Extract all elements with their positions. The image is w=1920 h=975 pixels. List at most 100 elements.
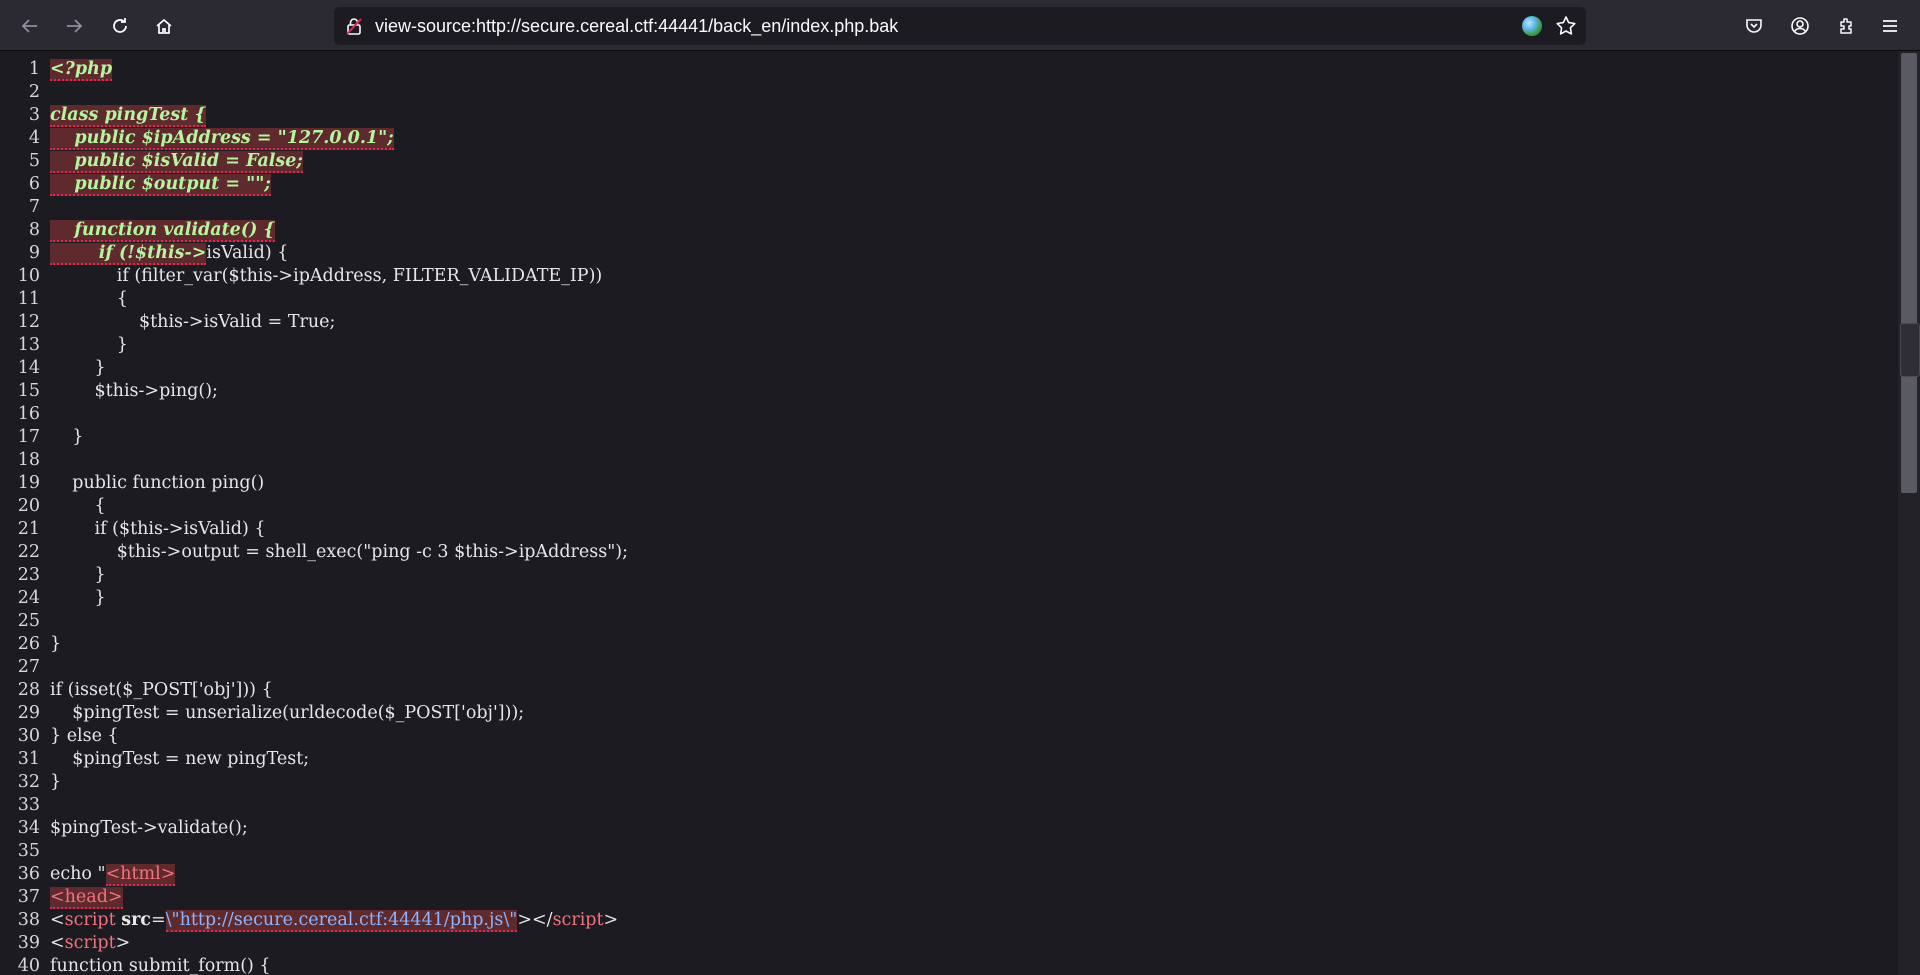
line-number: 2 — [28, 82, 40, 102]
code-segment: public function ping() — [50, 473, 265, 493]
account-button[interactable] — [1784, 10, 1816, 42]
source-line: 2 — [0, 81, 628, 104]
line-number: 40 — [17, 956, 40, 975]
source-line: 15 $this->ping(); — [0, 380, 628, 403]
line-number: 11 — [17, 289, 40, 309]
app-menu-button[interactable] — [1874, 10, 1906, 42]
code-segment: $this->output = shell_exec("ping -c 3 $t… — [50, 542, 628, 562]
line-number: 17 — [17, 427, 40, 447]
back-button[interactable] — [14, 10, 46, 42]
source-line: 25 — [0, 610, 628, 633]
line-number: 25 — [17, 611, 40, 631]
url-text[interactable]: view-source:http://secure.cereal.ctf:444… — [375, 7, 898, 45]
line-number: 30 — [17, 726, 40, 746]
source-line: 26} — [0, 633, 628, 656]
bookmark-star-icon[interactable] — [1554, 14, 1578, 38]
code-segment: script — [64, 933, 116, 953]
reload-icon — [113, 18, 127, 33]
line-number: 29 — [17, 703, 40, 723]
source-line: 35 — [0, 840, 628, 863]
code-segment: function submit_form() { — [50, 956, 271, 975]
code-segment: ></ — [517, 910, 553, 930]
back-arrow-icon — [21, 19, 37, 33]
line-number: 35 — [17, 841, 40, 861]
account-icon — [1791, 17, 1809, 35]
code-segment: = — [150, 910, 166, 930]
code-segment: public $output = ""; — [50, 174, 271, 196]
source-line: 1 <?php — [0, 58, 628, 81]
line-number: 24 — [17, 588, 40, 608]
code-segment: public $isValid = False; — [50, 151, 303, 173]
home-button[interactable] — [148, 10, 180, 42]
forward-arrow-icon — [67, 19, 83, 33]
source-line: 37 <head> — [0, 886, 628, 909]
source-line: 38 <script src=\"http://secure.cereal.ctf… — [0, 909, 628, 932]
source-line: 16 — [0, 403, 628, 426]
sidebar-grip-handle[interactable] — [1900, 323, 1920, 377]
line-number: 28 — [17, 680, 40, 700]
code-segment: $this->isValid = True; — [50, 312, 336, 332]
source-line: 13 } — [0, 334, 628, 357]
line-number: 13 — [17, 335, 40, 355]
line-number: 15 — [17, 381, 40, 401]
code-segment: < — [50, 933, 65, 953]
source-line: 36 echo "<html> — [0, 863, 628, 886]
code-segment: public $ipAddress = "127.0.0.1"; — [50, 128, 394, 150]
code-segment: { — [50, 496, 106, 516]
code-segment: if (!$this-> — [50, 243, 207, 265]
line-number: 31 — [17, 749, 40, 769]
code-segment: src — [121, 910, 151, 930]
code-segment: if (filter_var($this->ipAddress, FILTER_… — [50, 266, 603, 286]
lock-warning-icon[interactable] — [344, 16, 364, 36]
code-segment: if ($this->isValid) { — [50, 519, 266, 539]
source-line: 10 if (filter_var($this->ipAddress, FILT… — [0, 265, 628, 288]
source-line: 23 } — [0, 564, 628, 587]
line-number: 33 — [17, 795, 40, 815]
code-segment: } — [50, 427, 84, 447]
extensions-button[interactable] — [1830, 10, 1862, 42]
home-icon — [156, 18, 172, 34]
code-segment: $this->ping(); — [50, 381, 218, 401]
line-number: 39 — [17, 933, 40, 953]
source-line: 40 function submit_form() { — [0, 955, 628, 975]
menu-icon — [1883, 20, 1897, 32]
line-number: 37 — [17, 887, 40, 907]
line-number: 23 — [17, 565, 40, 585]
line-number: 16 — [17, 404, 40, 424]
scrollbar-thumb[interactable] — [1901, 53, 1917, 493]
line-number: 20 — [17, 496, 40, 516]
code-segment: if (isset($_POST['obj'])) { — [50, 680, 273, 700]
line-number: 8 — [28, 220, 40, 240]
source-line: 14 } — [0, 357, 628, 380]
code-segment: $pingTest = new pingTest; — [50, 749, 310, 769]
source-line: 27 — [0, 656, 628, 679]
vertical-scrollbar[interactable] — [1898, 51, 1920, 975]
forward-button[interactable] — [58, 10, 90, 42]
reload-button[interactable] — [104, 10, 136, 42]
line-number: 36 — [17, 864, 40, 884]
code-segment: <html> — [105, 864, 176, 886]
source-line: 32} — [0, 771, 628, 794]
line-number: 14 — [17, 358, 40, 378]
code-segment: } — [50, 588, 106, 608]
code-segment: <head> — [50, 887, 123, 909]
globe-icon[interactable] — [1522, 16, 1542, 36]
code-segment: \"http://secure.cereal.ctf:44441/php.js\… — [165, 910, 518, 932]
source-line: 33 — [0, 794, 628, 817]
pocket-icon — [1746, 19, 1762, 33]
extensions-icon — [1840, 18, 1852, 34]
url-bar[interactable]: view-source:http://secure.cereal.ctf:444… — [334, 7, 1586, 45]
line-number: 21 — [17, 519, 40, 539]
line-number: 26 — [17, 634, 40, 654]
code-segment: script — [552, 910, 604, 930]
browser-toolbar: view-source:http://secure.cereal.ctf:444… — [0, 0, 1920, 51]
source-line: 34 $pingTest->validate(); — [0, 817, 628, 840]
line-number: 1 — [28, 59, 40, 79]
code-segment: } — [50, 634, 62, 654]
pocket-button[interactable] — [1738, 10, 1770, 42]
source-line: 28 if (isset($_POST['obj'])) { — [0, 679, 628, 702]
line-number: 9 — [28, 243, 40, 263]
code-segment: class pingTest { — [50, 105, 206, 127]
source-line: 6 public $output = ""; — [0, 173, 628, 196]
code-segment: } else { — [50, 726, 119, 746]
